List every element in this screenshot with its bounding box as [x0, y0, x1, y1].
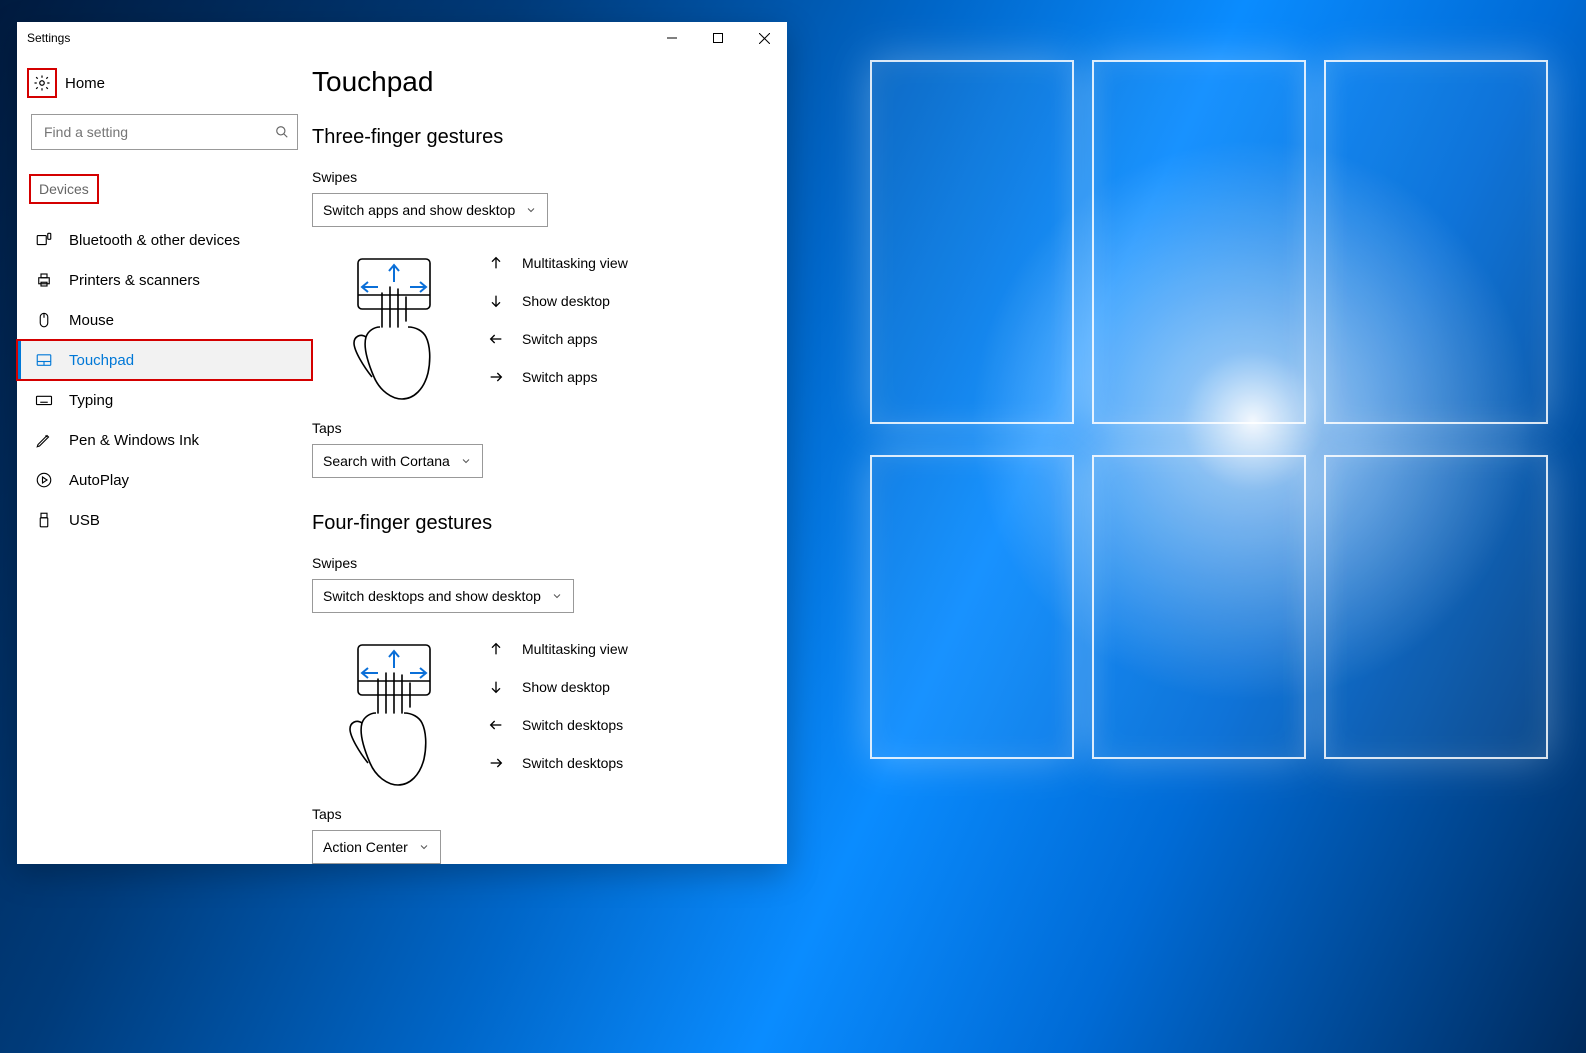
- minimize-button[interactable]: [649, 22, 695, 54]
- legend-left: Switch apps: [522, 331, 597, 347]
- search-icon: [275, 125, 289, 139]
- category-devices: Devices: [31, 176, 97, 202]
- four-finger-legend: Multitasking view Show desktop Switch de…: [488, 633, 628, 771]
- four-taps-dropdown[interactable]: Action Center: [312, 830, 441, 864]
- swipes-label: Swipes: [312, 169, 763, 185]
- search-input[interactable]: [42, 123, 275, 141]
- pen-icon: [35, 431, 53, 449]
- arrow-up-icon: [488, 641, 504, 657]
- arrow-right-icon: [488, 755, 504, 771]
- printer-icon: [35, 271, 53, 289]
- autoplay-icon: [35, 471, 53, 489]
- sidebar-item-printers[interactable]: Printers & scanners: [17, 260, 312, 300]
- sidebar-item-label: Mouse: [69, 312, 114, 329]
- four-finger-gesture-illustration: [336, 633, 446, 788]
- legend-down: Show desktop: [522, 293, 610, 309]
- sidebar-item-mouse[interactable]: Mouse: [17, 300, 312, 340]
- settings-window: Settings Home Devices Bluetooth & other …: [17, 22, 787, 864]
- page-title: Touchpad: [312, 66, 763, 98]
- sidebar: Home Devices Bluetooth & other devices P…: [17, 54, 312, 864]
- legend-right: Switch desktops: [522, 755, 623, 771]
- legend-right: Switch apps: [522, 369, 597, 385]
- gear-icon: [29, 70, 55, 96]
- touchpad-icon: [35, 351, 53, 369]
- three-finger-section: Three-finger gestures Swipes Switch apps…: [312, 126, 763, 478]
- chevron-down-icon: [525, 204, 537, 216]
- four-taps-value: Action Center: [323, 839, 408, 855]
- arrow-up-icon: [488, 255, 504, 271]
- arrow-down-icon: [488, 293, 504, 309]
- sidebar-item-usb[interactable]: USB: [17, 500, 312, 540]
- chevron-down-icon: [551, 590, 563, 602]
- sidebar-item-label: Touchpad: [69, 352, 134, 369]
- titlebar[interactable]: Settings: [17, 22, 787, 54]
- arrow-right-icon: [488, 369, 504, 385]
- sidebar-item-typing[interactable]: Typing: [17, 380, 312, 420]
- taps-label: Taps: [312, 420, 763, 436]
- bluetooth-icon: [35, 231, 53, 249]
- legend-down: Show desktop: [522, 679, 610, 695]
- search-box[interactable]: [31, 114, 298, 150]
- three-swipes-dropdown[interactable]: Switch apps and show desktop: [312, 193, 548, 227]
- legend-left: Switch desktops: [522, 717, 623, 733]
- sidebar-item-label: Pen & Windows Ink: [69, 432, 199, 449]
- arrow-left-icon: [488, 717, 504, 733]
- three-swipes-value: Switch apps and show desktop: [323, 202, 515, 218]
- legend-up: Multitasking view: [522, 641, 628, 657]
- usb-icon: [35, 511, 53, 529]
- chevron-down-icon: [460, 455, 472, 467]
- legend-up: Multitasking view: [522, 255, 628, 271]
- three-taps-value: Search with Cortana: [323, 453, 450, 469]
- three-finger-legend: Multitasking view Show desktop Switch ap…: [488, 247, 628, 385]
- maximize-button[interactable]: [695, 22, 741, 54]
- sidebar-item-label: USB: [69, 512, 100, 529]
- sidebar-item-autoplay[interactable]: AutoPlay: [17, 460, 312, 500]
- window-title: Settings: [27, 31, 70, 45]
- arrow-left-icon: [488, 331, 504, 347]
- mouse-icon: [35, 311, 53, 329]
- sidebar-item-label: Printers & scanners: [69, 272, 200, 289]
- three-taps-dropdown[interactable]: Search with Cortana: [312, 444, 483, 478]
- sidebar-item-touchpad[interactable]: Touchpad: [17, 340, 312, 380]
- keyboard-icon: [35, 391, 53, 409]
- arrow-down-icon: [488, 679, 504, 695]
- three-finger-heading: Three-finger gestures: [312, 126, 763, 149]
- taps-label-4: Taps: [312, 806, 763, 822]
- sidebar-item-label: AutoPlay: [69, 472, 129, 489]
- home-label: Home: [65, 75, 105, 92]
- swipes-label-4: Swipes: [312, 555, 763, 571]
- sidebar-item-label: Typing: [69, 392, 113, 409]
- sidebar-item-pen[interactable]: Pen & Windows Ink: [17, 420, 312, 460]
- chevron-down-icon: [418, 841, 430, 853]
- four-finger-heading: Four-finger gestures: [312, 512, 763, 535]
- home-link[interactable]: Home: [29, 70, 312, 96]
- content: Touchpad Three-finger gestures Swipes Sw…: [312, 54, 787, 864]
- sidebar-item-label: Bluetooth & other devices: [69, 232, 240, 249]
- four-finger-section: Four-finger gestures Swipes Switch deskt…: [312, 512, 763, 864]
- three-finger-gesture-illustration: [336, 247, 446, 402]
- four-swipes-dropdown[interactable]: Switch desktops and show desktop: [312, 579, 574, 613]
- sidebar-item-bluetooth[interactable]: Bluetooth & other devices: [17, 220, 312, 260]
- four-swipes-value: Switch desktops and show desktop: [323, 588, 541, 604]
- close-button[interactable]: [741, 22, 787, 54]
